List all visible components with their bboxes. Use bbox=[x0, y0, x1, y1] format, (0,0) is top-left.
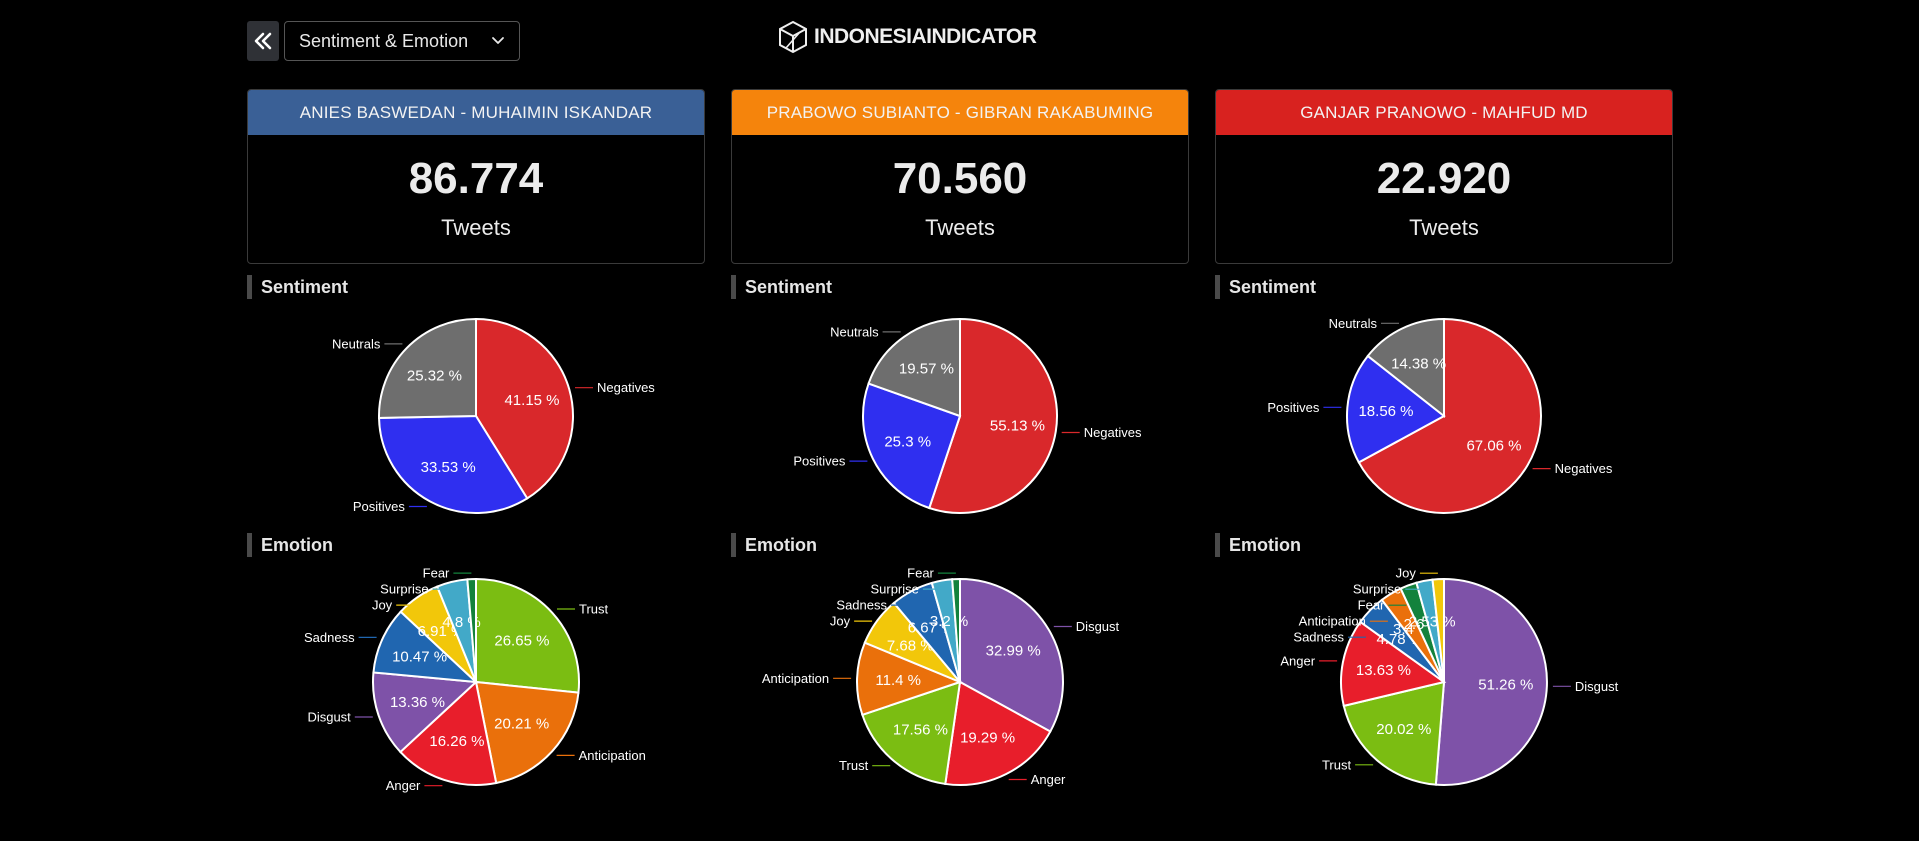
slice-value-label-negatives: 41.15 % bbox=[504, 392, 559, 409]
pie-chart-sentiment: 41.15 % 33.53 % 25.32 % Negatives Neutrals Po… bbox=[332, 317, 655, 514]
slice-category-label-surprise: Surprise bbox=[1353, 582, 1401, 597]
slice-value-label-negatives: 67.06 % bbox=[1466, 438, 1521, 455]
slice-value-label-anticipation: 11.4 % bbox=[875, 672, 921, 689]
slice-value-label-positives: 18.56 % bbox=[1358, 403, 1413, 420]
slice-category-label-sadness: Sadness bbox=[836, 598, 887, 613]
slice-value-label-negatives: 55.13 % bbox=[990, 417, 1045, 434]
slice-value-label-sadness: 10.47 % bbox=[392, 649, 447, 666]
slice-value-label-disgust: 32.99 % bbox=[986, 643, 1041, 660]
slice-category-label-disgust: Disgust bbox=[1076, 619, 1120, 634]
pie-charts-canvas: 41.15 % 33.53 % 25.32 % Negatives Neutrals Po… bbox=[304, 316, 1619, 794]
pie-chart-emotion: 26.65 %20.21 %16.26 %13.36 %10.47 %6.91 … bbox=[304, 566, 646, 794]
slice-value-label-anger: 16.26 % bbox=[429, 733, 484, 750]
pie-chart-emotion: 51.26 %20.02 %13.63 %4.78 %3.4 %2.6 %2.5… bbox=[1280, 566, 1619, 786]
slice-value-label-positives: 25.3 % bbox=[884, 434, 931, 451]
slice-category-label-disgust: Disgust bbox=[1575, 679, 1619, 694]
slice-category-label-disgust: Disgust bbox=[307, 710, 351, 725]
slice-category-label-negatives: Negatives bbox=[597, 380, 655, 395]
slice-value-label-surprise: 2.53 % bbox=[1409, 613, 1456, 630]
slice-category-label-anticipation: Anticipation bbox=[762, 671, 829, 686]
slice-category-label-trust: Trust bbox=[1322, 757, 1352, 772]
slice-category-label-trust: Trust bbox=[839, 758, 869, 773]
pie-chart-sentiment: 67.06 % 18.56 % 14.38 % Negatives Neutrals Po… bbox=[1267, 316, 1613, 514]
slice-value-label-surprise: 3.2 % bbox=[930, 613, 968, 630]
slice-category-label-negatives: Negatives bbox=[1555, 461, 1613, 476]
slice-value-label-positives: 33.53 % bbox=[421, 459, 476, 476]
pie-chart-emotion: 32.99 %19.29 %17.56 %11.4 %7.68 %6.67 %3… bbox=[762, 566, 1120, 787]
slice-category-label-fear: Fear bbox=[1358, 598, 1385, 613]
slice-category-label-anticipation: Anticipation bbox=[1299, 614, 1366, 629]
slice-category-label-anger: Anger bbox=[1031, 772, 1066, 787]
slice-category-label-positives: Positives bbox=[1267, 400, 1320, 415]
slice-category-label-negatives: Negatives bbox=[1084, 425, 1142, 440]
slice-value-label-disgust: 51.26 % bbox=[1478, 676, 1533, 693]
slice-category-label-trust: Trust bbox=[579, 602, 609, 617]
slice-category-label-anger: Anger bbox=[386, 778, 421, 793]
slice-value-label-anger: 19.29 % bbox=[960, 729, 1015, 746]
slice-category-label-surprise: Surprise bbox=[380, 582, 428, 597]
slice-value-label-neutrals: 14.38 % bbox=[1391, 356, 1446, 373]
slice-value-label-trust: 26.65 % bbox=[494, 633, 549, 650]
slice-value-label-anger: 13.63 % bbox=[1356, 662, 1411, 679]
slice-category-label-joy: Joy bbox=[372, 598, 393, 613]
slice-value-label-anticipation: 20.21 % bbox=[494, 716, 549, 733]
slice-category-label-joy: Joy bbox=[830, 614, 851, 629]
slice-category-label-sadness: Sadness bbox=[1293, 630, 1344, 645]
slice-category-label-fear: Fear bbox=[907, 566, 934, 581]
slice-category-label-neutrals: Neutrals bbox=[1329, 316, 1378, 331]
slice-value-label-neutrals: 25.32 % bbox=[407, 367, 462, 384]
slice-category-label-fear: Fear bbox=[423, 566, 450, 581]
slice-category-label-anticipation: Anticipation bbox=[579, 748, 646, 763]
slice-category-label-positives: Positives bbox=[353, 499, 406, 514]
slice-value-label-trust: 17.56 % bbox=[893, 722, 948, 739]
pie-chart-sentiment: 55.13 % 25.3 % 19.57 % Negatives Neutrals Pos… bbox=[793, 317, 1142, 514]
slice-category-label-joy: Joy bbox=[1396, 566, 1417, 581]
slice-category-label-surprise: Surprise bbox=[870, 582, 918, 597]
slice-category-label-anger: Anger bbox=[1280, 653, 1315, 668]
slice-category-label-positives: Positives bbox=[793, 454, 846, 469]
slice-value-label-trust: 20.02 % bbox=[1376, 721, 1431, 738]
slice-category-label-sadness: Sadness bbox=[304, 630, 355, 645]
slice-category-label-neutrals: Neutrals bbox=[332, 336, 381, 351]
slice-value-label-disgust: 13.36 % bbox=[390, 694, 445, 711]
slice-category-label-neutrals: Neutrals bbox=[830, 324, 879, 339]
slice-value-label-neutrals: 19.57 % bbox=[899, 361, 954, 378]
